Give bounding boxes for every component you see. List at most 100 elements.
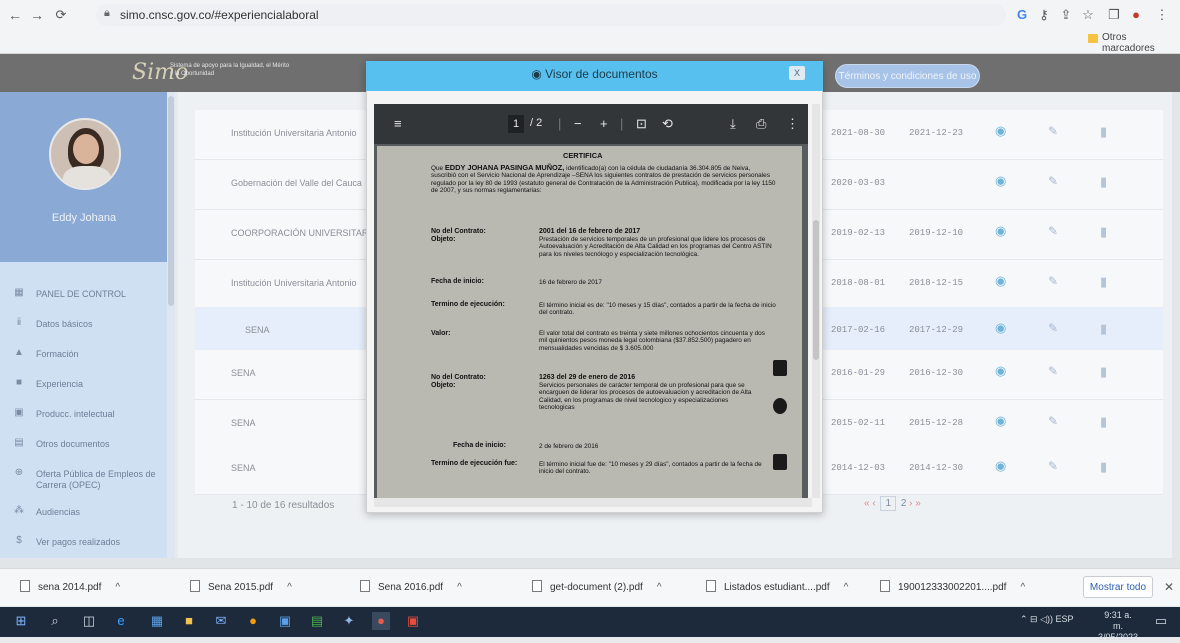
sidebar-item-audiencias[interactable]: ⁂ Audiencias <box>12 502 162 524</box>
view-icon[interactable]: ◉ <box>995 413 1006 429</box>
edit-icon[interactable]: ✎ <box>1048 321 1058 335</box>
delete-icon[interactable]: ▮ <box>1100 321 1107 337</box>
download-item[interactable]: sena 2014.pdf ^ <box>20 580 120 598</box>
download-item[interactable]: 190012333002201....pdf ^ <box>880 580 1025 598</box>
edit-icon[interactable]: ✎ <box>1048 274 1058 288</box>
zoom-out-icon[interactable]: − <box>574 116 582 131</box>
url-text[interactable]: simo.cnsc.gov.co/#experiencialaboral <box>120 8 319 22</box>
view-icon[interactable]: ◉ <box>995 320 1006 336</box>
chevron-up-icon[interactable]: ^ <box>657 582 662 593</box>
bookmarks-folder[interactable]: Otros marcadores <box>1102 32 1180 54</box>
reload-icon[interactable]: ⟳ <box>52 6 70 24</box>
sidebar-item-opec[interactable]: ⊕ Oferta Pública de Empleos de Carrera (O… <box>12 464 162 494</box>
address-bar[interactable]: 🔒︎ simo.cnsc.gov.co/#experiencialaboral <box>96 4 1006 26</box>
sidebar-item-panel[interactable]: ▦ PANEL DE CONTROL <box>12 284 162 306</box>
delete-icon[interactable]: ▮ <box>1100 124 1107 140</box>
back-icon[interactable]: ← <box>6 6 24 24</box>
hamburger-menu-icon[interactable]: ≡ <box>394 116 402 131</box>
viewer-horizontal-scrollbar[interactable] <box>374 498 812 507</box>
view-icon[interactable]: ◉ <box>995 123 1006 139</box>
mail-icon[interactable]: ✉ <box>212 612 230 630</box>
language-indicator[interactable]: ESP <box>1056 614 1074 624</box>
next-page-button[interactable]: › <box>909 498 912 509</box>
first-page-button[interactable]: « <box>864 498 870 509</box>
print-icon[interactable]: ⎙ <box>756 116 766 132</box>
main-scrollbar[interactable] <box>1172 92 1180 567</box>
edit-icon[interactable]: ✎ <box>1048 364 1058 378</box>
pdf-page[interactable]: CERTIFICA Que EDDY JOHANA PASINGA MUÑOZ,… <box>377 146 802 498</box>
download-item[interactable]: Listados estudiant....pdf ^ <box>706 580 848 598</box>
edit-icon[interactable]: ✎ <box>1048 174 1058 188</box>
download-item[interactable]: Sena 2015.pdf ^ <box>190 580 292 598</box>
notifications-icon[interactable]: ▭ <box>1152 612 1170 630</box>
chrome-icon[interactable]: ● <box>244 612 262 630</box>
page-1-button[interactable]: 1 <box>880 496 897 511</box>
share-icon[interactable]: ⇪ <box>1056 5 1076 25</box>
more-options-icon[interactable]: ⋮ <box>786 116 799 132</box>
taskbar-app-icon[interactable]: ▣ <box>404 612 422 630</box>
sidebar-item-pagos[interactable]: $ Ver pagos realizados <box>12 532 162 554</box>
sidebar-scroll-thumb[interactable] <box>168 96 174 306</box>
search-icon[interactable]: ⌕ <box>46 612 64 630</box>
task-view-icon[interactable]: ◫ <box>80 612 98 630</box>
delete-icon[interactable]: ▮ <box>1100 364 1107 380</box>
delete-icon[interactable]: ▮ <box>1100 174 1107 190</box>
zoom-in-icon[interactable]: + <box>600 116 608 131</box>
delete-icon[interactable]: ▮ <box>1100 414 1107 430</box>
windows-start-icon[interactable]: ⊞ <box>12 612 30 630</box>
tray-icons[interactable]: ⌃ ⊟ ◁)) <box>1020 614 1056 624</box>
close-downloads-icon[interactable]: ✕ <box>1164 580 1174 594</box>
sidebar-item-produccion[interactable]: ▣ Producc. intelectual <box>12 404 162 426</box>
forward-icon[interactable]: → <box>28 6 46 24</box>
view-icon[interactable]: ◉ <box>995 223 1006 239</box>
fit-page-icon[interactable]: ⊡ <box>636 116 647 132</box>
edit-icon[interactable]: ✎ <box>1048 414 1058 428</box>
profile-icon[interactable]: ● <box>1126 5 1146 25</box>
view-icon[interactable]: ◉ <box>995 458 1006 474</box>
menu-icon[interactable]: ⋮ <box>1152 5 1172 25</box>
chevron-up-icon[interactable]: ^ <box>844 582 849 593</box>
store-icon[interactable]: ■ <box>180 612 198 630</box>
system-tray[interactable]: ⌃ ⊟ ◁)) ESP <box>1020 614 1074 625</box>
avatar[interactable] <box>49 118 121 190</box>
terms-button[interactable]: Términos y condiciones de uso <box>835 64 980 88</box>
excel-icon[interactable]: ▤ <box>308 612 326 630</box>
taskbar-app-icon[interactable]: ▣ <box>276 612 294 630</box>
download-item[interactable]: get-document (2).pdf ^ <box>532 580 662 598</box>
window-icon[interactable]: ❐ <box>1104 5 1124 25</box>
delete-icon[interactable]: ▮ <box>1100 274 1107 290</box>
page-number-input[interactable]: 1 <box>508 115 524 133</box>
download-item[interactable]: Sena 2016.pdf ^ <box>360 580 462 598</box>
chevron-up-icon[interactable]: ^ <box>1020 582 1025 593</box>
view-icon[interactable]: ◉ <box>995 363 1006 379</box>
chevron-up-icon[interactable]: ^ <box>457 582 462 593</box>
chrome-active-icon[interactable]: ● <box>372 612 390 630</box>
sidebar-item-datos[interactable]: ⅱ Datos básicos <box>12 314 162 336</box>
sidebar-item-formacion[interactable]: ▲ Formación <box>12 344 162 366</box>
edge-icon[interactable]: e <box>112 612 130 630</box>
delete-icon[interactable]: ▮ <box>1100 459 1107 475</box>
edit-icon[interactable]: ✎ <box>1048 124 1058 138</box>
view-icon[interactable]: ◉ <box>995 273 1006 289</box>
sidebar-item-otros[interactable]: ▤ Otros documentos <box>12 434 162 456</box>
key-icon[interactable]: ⚷ <box>1034 5 1054 25</box>
google-icon[interactable]: G <box>1012 5 1032 25</box>
edit-icon[interactable]: ✎ <box>1048 224 1058 238</box>
taskbar-app-icon[interactable]: ✦ <box>340 612 358 630</box>
taskbar-app-icon[interactable]: ▦ <box>148 612 166 630</box>
view-icon[interactable]: ◉ <box>995 173 1006 189</box>
page-2-button[interactable]: 2 <box>901 498 907 509</box>
show-all-button[interactable]: Mostrar todo <box>1083 576 1153 598</box>
download-icon[interactable]: ⤓ <box>730 116 736 132</box>
prev-page-button[interactable]: ‹ <box>872 498 875 509</box>
chevron-up-icon[interactable]: ^ <box>115 582 120 593</box>
last-page-button[interactable]: » <box>915 498 921 509</box>
chevron-up-icon[interactable]: ^ <box>287 582 292 593</box>
viewer-scroll-thumb[interactable] <box>813 220 819 360</box>
sidebar-item-experiencia[interactable]: ■ Experiencia <box>12 374 162 396</box>
delete-icon[interactable]: ▮ <box>1100 224 1107 240</box>
edit-icon[interactable]: ✎ <box>1048 459 1058 473</box>
horizontal-scrollbar[interactable] <box>0 558 1180 568</box>
rotate-icon[interactable]: ⟲ <box>662 116 673 132</box>
modal-close-button[interactable]: X <box>789 66 805 80</box>
